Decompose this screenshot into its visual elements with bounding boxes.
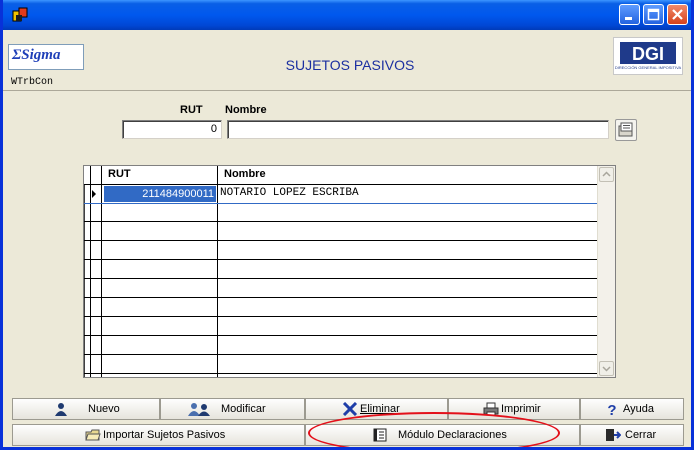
- modulo-declaraciones-button[interactable]: Módulo Declaraciones: [305, 424, 580, 446]
- table-row[interactable]: [84, 279, 599, 298]
- table-row[interactable]: [84, 203, 599, 222]
- dgi-logo: DGI DIRECCIÓN GENERAL IMPOSITIVA: [613, 37, 683, 75]
- table-row[interactable]: [84, 298, 599, 317]
- table-row[interactable]: [84, 355, 599, 374]
- table-row[interactable]: [84, 317, 599, 336]
- title-bar[interactable]: [3, 0, 691, 30]
- ayuda-label: Ayuda: [623, 403, 654, 415]
- column-header-rut[interactable]: RUT: [108, 168, 131, 180]
- rut-input[interactable]: 0: [122, 120, 222, 139]
- nuevo-button[interactable]: Nuevo: [12, 398, 160, 420]
- question-mark-icon: ?: [607, 402, 616, 416]
- imprimir-label: Imprimir: [501, 403, 541, 415]
- chevron-up-icon: [602, 171, 611, 177]
- imprimir-button[interactable]: Imprimir: [448, 398, 580, 420]
- table-row[interactable]: 211484900011 NOTARIO LOPEZ ESCRIBA: [84, 185, 599, 204]
- table-row[interactable]: [84, 336, 599, 355]
- minimize-icon: [625, 17, 632, 20]
- app-code: WTrbCon: [11, 77, 54, 88]
- table-row[interactable]: [84, 222, 599, 241]
- minimize-button[interactable]: [619, 4, 640, 25]
- people-icon: [188, 403, 210, 416]
- main-window: ΣSigma WTrbCon SUJETOS PASIVOS DGI DIREC…: [0, 0, 694, 450]
- page-title: SUJETOS PASIVOS: [285, 57, 415, 73]
- cell-nombre[interactable]: NOTARIO LOPEZ ESCRIBA: [220, 187, 359, 199]
- subjects-grid[interactable]: RUT Nombre 211484900011 NOTARIO LOPEZ ES…: [83, 165, 616, 378]
- dgi-emblem-icon: DGI: [620, 42, 676, 64]
- modificar-label: Modificar: [221, 403, 266, 415]
- ayuda-button[interactable]: ? Ayuda: [580, 398, 684, 420]
- scroll-up-button[interactable]: [599, 167, 614, 182]
- svg-text:?: ?: [607, 402, 616, 416]
- search-button[interactable]: [615, 119, 637, 141]
- vertical-scrollbar[interactable]: [597, 166, 615, 377]
- modificar-button[interactable]: Modificar: [160, 398, 305, 420]
- dgi-text: DIRECCIÓN GENERAL IMPOSITIVA: [614, 65, 682, 70]
- importar-label: Importar Sujetos Pasivos: [103, 429, 226, 441]
- scroll-down-button[interactable]: [599, 361, 614, 376]
- table-row[interactable]: [84, 260, 599, 279]
- nombre-label: Nombre: [225, 104, 267, 116]
- close-button[interactable]: [667, 4, 688, 25]
- importar-button[interactable]: Importar Sujetos Pasivos: [12, 424, 305, 446]
- eliminar-button[interactable]: Eliminar: [305, 398, 448, 420]
- exit-door-icon: [606, 429, 621, 441]
- column-header-nombre[interactable]: Nombre: [224, 168, 266, 180]
- grid-header: RUT Nombre: [84, 166, 599, 185]
- nombre-input[interactable]: [227, 120, 609, 139]
- rut-label: RUT: [180, 104, 203, 116]
- row-indicator-icon: [92, 190, 96, 198]
- delete-x-icon: [342, 402, 358, 416]
- printer-icon: [483, 402, 499, 416]
- maximize-icon: [647, 8, 660, 21]
- cerrar-button[interactable]: Cerrar: [580, 424, 684, 446]
- nuevo-label: Nuevo: [88, 403, 120, 415]
- cerrar-label: Cerrar: [625, 429, 657, 441]
- person-icon: [55, 403, 67, 416]
- eliminar-label: Eliminar: [360, 403, 400, 415]
- chevron-down-icon: [602, 366, 611, 372]
- app-icon: [12, 7, 28, 22]
- modulo-declaraciones-label: Módulo Declaraciones: [398, 429, 507, 441]
- folder-search-icon: [618, 122, 633, 137]
- document-icon: [373, 428, 387, 442]
- maximize-button[interactable]: [643, 4, 664, 25]
- close-icon: [672, 9, 683, 20]
- cell-rut[interactable]: 211484900011: [104, 186, 216, 202]
- folder-open-icon: [85, 429, 101, 441]
- table-row[interactable]: [84, 241, 599, 260]
- svg-text:DGI: DGI: [632, 44, 664, 64]
